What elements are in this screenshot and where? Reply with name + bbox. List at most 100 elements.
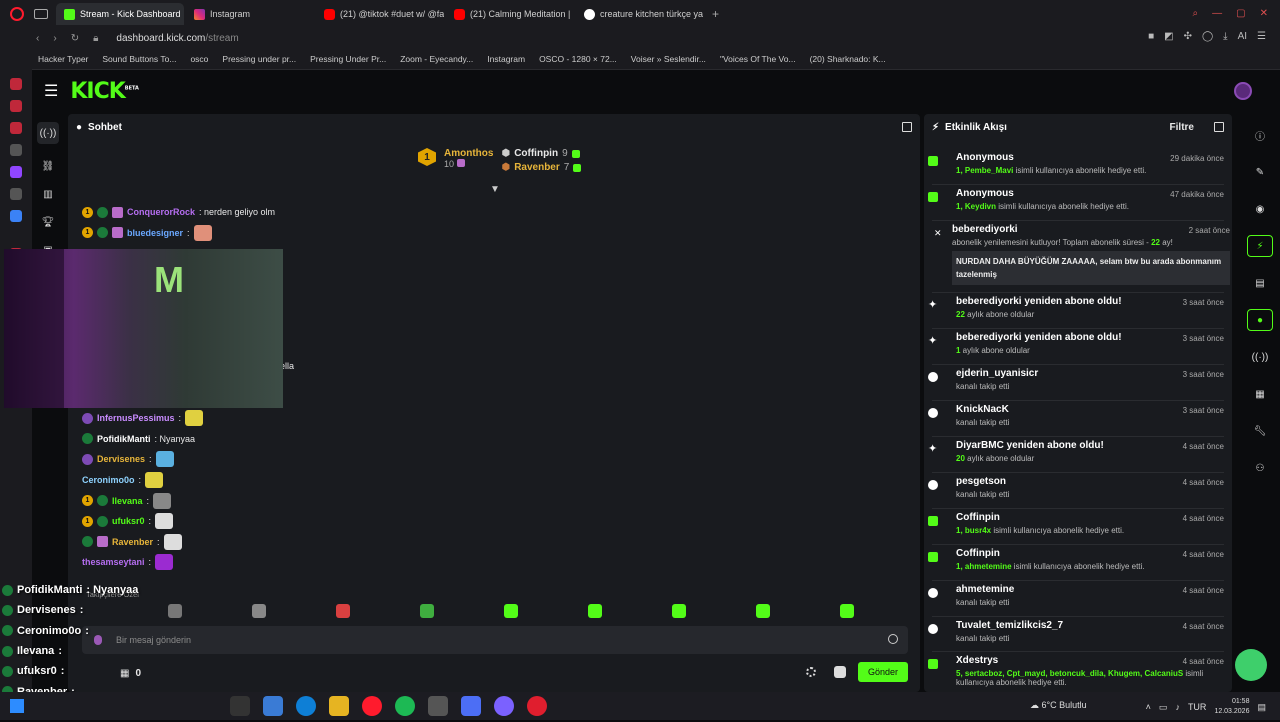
weather-widget[interactable]: ☁︎ 6°C Bulutlu	[1030, 700, 1087, 711]
puzzle-icon[interactable]: ✣	[1184, 31, 1192, 42]
opera-logo-icon[interactable]	[10, 7, 24, 21]
stream-nav-icon[interactable]: ((·))	[37, 122, 59, 144]
activity-event[interactable]: KnickNacK kanalı takip etti 3 saat önce	[928, 404, 1224, 427]
bookmark-item[interactable]: Voiser » Seslendir...	[631, 54, 706, 64]
activity-event[interactable]: ✦ DiyarBMC yeniden abone oldu! 20 aylık ab…	[928, 440, 1224, 463]
links-nav-icon[interactable]: ⛓	[42, 161, 55, 172]
instagram-icon[interactable]	[10, 122, 22, 134]
info-icon[interactable]: ⓘ	[1247, 124, 1273, 146]
quick-emote-icon[interactable]	[840, 604, 854, 618]
bookmark-item[interactable]: Sound Buttons To...	[102, 54, 176, 64]
volume-icon[interactable]: ♪	[1175, 702, 1180, 712]
translate-icon[interactable]: ◩	[1164, 31, 1173, 42]
activity-event[interactable]: Anonymous 1, Pembe_Mavi isimli kullanıcıy…	[928, 152, 1224, 175]
kick-logo[interactable]: KICKBETA	[70, 79, 139, 104]
chat-username[interactable]: ufuksr0	[112, 516, 145, 526]
emoji-icon[interactable]	[888, 634, 898, 644]
bluesky-icon[interactable]	[10, 210, 22, 222]
quick-emote-icon[interactable]	[588, 604, 602, 618]
back-icon[interactable]: ‹	[36, 33, 39, 44]
workspaces-icon[interactable]	[34, 9, 48, 19]
top-gifter-name[interactable]: Amonthos	[444, 148, 493, 159]
browser-tab[interactable]: Instagram	[186, 3, 314, 25]
activity-event[interactable]: Tuvalet_temizlikcis2_7 kanalı takip etti 4…	[928, 620, 1224, 643]
extension-icon[interactable]: ■	[1148, 31, 1154, 42]
popout-icon[interactable]	[902, 122, 912, 132]
activity-event[interactable]: Coffinpin 1, busr4x isimli kullanıcıya ab…	[928, 512, 1224, 535]
spotify-icon[interactable]	[395, 696, 415, 716]
browser-tab[interactable]: (21) Calming Meditation |	[446, 3, 574, 25]
opera-icon[interactable]	[362, 696, 382, 716]
quick-emote-icon[interactable]	[168, 604, 182, 618]
download-icon[interactable]: ⤓	[1223, 31, 1227, 42]
reload-icon[interactable]: ↻	[71, 33, 79, 44]
bookmark-item[interactable]: Pressing under pr...	[222, 54, 296, 64]
browser-tab[interactable]: (21) @tiktok #duet w/ @fa	[316, 3, 444, 25]
chat-toggle-icon[interactable]: ●	[1247, 309, 1273, 331]
bookmark-item[interactable]: OSCO - 1280 × 72...	[539, 54, 617, 64]
quick-emote-icon[interactable]	[504, 604, 518, 618]
collapse-chevron-icon[interactable]: ▼	[490, 184, 500, 195]
send-button[interactable]: Gönder	[858, 662, 908, 682]
chevron-up-icon[interactable]: ˄	[1146, 702, 1151, 712]
search-tabs-icon[interactable]: ⌕	[1193, 8, 1199, 19]
new-tab-icon[interactable]: +	[712, 7, 719, 21]
chat-username[interactable]: Ceronimo0o	[82, 475, 135, 485]
bookmark-item[interactable]: osco	[190, 54, 208, 64]
more-icon[interactable]	[10, 144, 22, 156]
settings-gear-icon[interactable]	[806, 667, 816, 677]
popout-icon[interactable]	[1214, 122, 1224, 132]
browser-tab[interactable]: Stream - Kick Dashboard	[56, 3, 184, 25]
quick-emote-icon[interactable]	[672, 604, 686, 618]
messenger-icon[interactable]	[10, 78, 22, 90]
activity-event[interactable]: ahmetemine kanalı takip etti 4 saat önce	[928, 584, 1224, 607]
wrench-icon[interactable]: 🔧︎	[1247, 420, 1273, 442]
network-icon[interactable]: ▭	[1159, 702, 1168, 713]
quick-emote-icon[interactable]	[756, 604, 770, 618]
notification-icon[interactable]: ▤	[1257, 702, 1266, 713]
forward-icon[interactable]: ›	[53, 33, 56, 44]
twitch-icon[interactable]	[10, 166, 22, 178]
chat-username[interactable]: bluedesigner	[127, 228, 183, 238]
x-icon[interactable]	[10, 188, 22, 200]
layout-icon[interactable]: ▦	[1247, 383, 1273, 405]
clock[interactable]: 01:58 12.03.2026	[1214, 697, 1249, 717]
analytics-nav-icon[interactable]: ▥	[43, 189, 52, 200]
broadcast-icon[interactable]: ((·))	[1247, 346, 1273, 368]
chat-username[interactable]: ConquerorRock	[127, 207, 195, 217]
hamburger-menu-icon[interactable]: ☰	[44, 81, 58, 101]
chat-username[interactable]: PofidikManti	[97, 434, 151, 444]
bookmark-item[interactable]: Zoom - Eyecandy...	[400, 54, 473, 64]
chat-username[interactable]: Ilevana	[112, 496, 143, 506]
maximize-icon[interactable]: ▢	[1236, 8, 1245, 19]
bookmark-item[interactable]: "Voices Of The Vo...	[720, 54, 796, 64]
trophy-nav-icon[interactable]: 🏆︎	[42, 217, 55, 228]
quick-emote-icon[interactable]	[420, 604, 434, 618]
user-avatar[interactable]	[1234, 82, 1252, 100]
bookmark-item[interactable]: Hacker Typer	[38, 54, 88, 64]
activity-toggle-icon[interactable]: ⚡︎	[1247, 235, 1273, 257]
second-gifter-name[interactable]: Coffinpin	[514, 148, 558, 159]
support-chat-button[interactable]	[1235, 649, 1267, 681]
activity-event[interactable]: Anonymous 1, Keydivn isimli kullanıcıya a…	[928, 188, 1224, 211]
quick-emote-icon[interactable]	[252, 604, 266, 618]
activity-event[interactable]: ejderin_uyanisicr kanalı takip etti 3 saat…	[928, 368, 1224, 391]
obs-icon[interactable]	[428, 696, 448, 716]
chat-username[interactable]: InfernusPessimus	[97, 413, 175, 423]
folder-icon[interactable]	[329, 696, 349, 716]
app-icon[interactable]	[461, 696, 481, 716]
emote-menu-icon[interactable]	[834, 666, 846, 678]
activity-event[interactable]: ✦ beberediyorki yeniden abone oldu! 1 aylı…	[928, 332, 1224, 355]
chat-username[interactable]: Dervisenes	[97, 454, 145, 464]
language-indicator[interactable]: TUR	[1188, 702, 1207, 712]
activity-event[interactable]: Xdestrys 5, sertacboz, Cpt_mayd, betoncuk…	[928, 655, 1224, 687]
edge-icon[interactable]	[296, 696, 316, 716]
filter-button[interactable]: Filtre	[1170, 122, 1194, 133]
activity-event[interactable]: ✕ beberediyorki abonelik yenilemesini kutl…	[934, 224, 1230, 285]
close-icon[interactable]: ✕	[1260, 8, 1268, 19]
whatsapp-icon[interactable]	[10, 100, 22, 112]
discord-icon[interactable]	[494, 696, 514, 716]
minimize-icon[interactable]: —	[1212, 8, 1222, 19]
menu-icon[interactable]: ☰	[1257, 31, 1266, 42]
activity-event[interactable]: pesgetson kanalı takip etti 4 saat önce	[928, 476, 1224, 499]
